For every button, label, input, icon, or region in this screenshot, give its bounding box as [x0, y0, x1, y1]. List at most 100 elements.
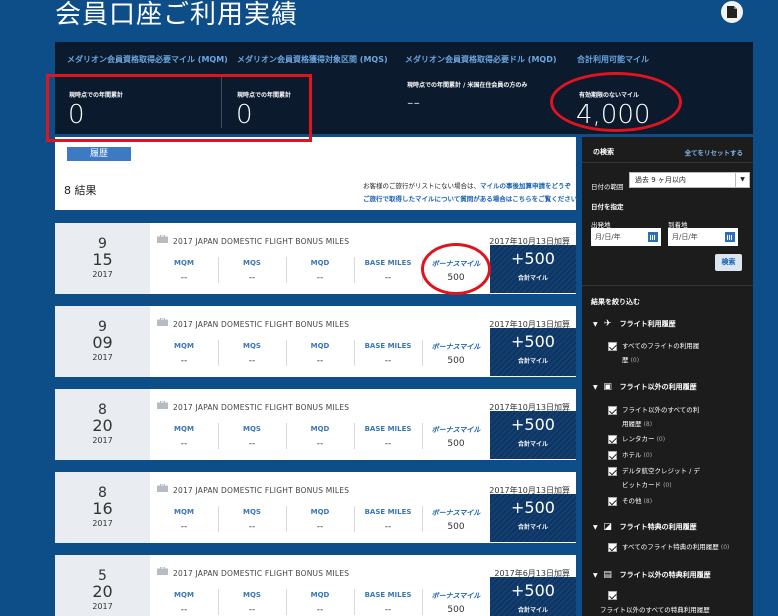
filter-group-flight-awards[interactable]: ▼ ◪ フライト特典の利用履歴 — [593, 522, 697, 532]
filter-group-non-flights[interactable]: ▼ ▣ フライト以外の利用履歴 — [593, 382, 697, 392]
filter-checkbox[interactable] — [608, 497, 617, 506]
total-miles-label: 合計マイル — [517, 607, 548, 614]
metric-label: MQM — [174, 591, 194, 599]
missing-miles-link[interactable]: マイルの事後加算申請をどうぞ — [480, 182, 571, 190]
metric-mqd: MQD -- — [286, 500, 354, 542]
filter-text: フライト以外のすべての特典利用履歴 — [600, 606, 710, 614]
filter-checkbox[interactable] — [608, 451, 617, 460]
briefcase-icon — [157, 401, 168, 409]
metric-label: ボーナスマイル — [431, 592, 481, 600]
metric-value: -- — [248, 356, 256, 366]
row-year: 2017 — [92, 602, 113, 611]
divider — [286, 340, 287, 366]
filter-group-non-flight-awards[interactable]: ▼ ▤ フライト以外の特典利用履歴 — [593, 570, 711, 580]
filter-text: フライト以外のすべての利 — [622, 406, 700, 414]
filter-checkbox[interactable] — [608, 342, 617, 351]
tab-history[interactable]: 履歴 — [67, 147, 131, 161]
activity-row[interactable]: 5 20 2017 2017 JAPAN DOMESTIC FLIGHT BONUS … — [55, 555, 576, 616]
metric-base: BASE MILES -- — [354, 251, 422, 293]
pdf-button[interactable] — [721, 1, 743, 23]
activity-row[interactable]: 8 16 2017 2017 JAPAN DOMESTIC FLIGHT BONUS … — [55, 472, 576, 543]
metric-value: -- — [384, 356, 392, 366]
airplane-icon: ✈ — [603, 319, 612, 329]
group-label: フライト以外の利用履歴 — [619, 383, 697, 391]
briefcase-icon — [157, 484, 168, 492]
filter-text: すべてのフライト特典の利用履歴 — [622, 543, 719, 551]
to-date-input[interactable]: 月/日/年 — [668, 228, 738, 246]
filter-group-flights[interactable]: ▼ ✈ フライト利用履歴 — [593, 319, 676, 329]
metric-value: -- — [248, 605, 256, 615]
metric-value: 500 — [447, 356, 465, 366]
group-label: フライト以外の特典利用履歴 — [619, 571, 711, 579]
divider — [286, 506, 287, 532]
total-miles-label: 合計マイル — [517, 524, 548, 531]
row-day: 20 — [92, 416, 113, 435]
date-range-select[interactable]: 過去 9 ヶ月以内 ▼ — [629, 172, 750, 188]
metric-value: -- — [248, 522, 256, 532]
metric-label: MQD — [310, 259, 330, 267]
metric-mqd: MQD -- — [286, 583, 354, 616]
highlight-box — [46, 74, 312, 142]
summary-mqd: メダリオン会員資格取得必要ドル (MQD) 現時点での年間累計 / 米国在住会員… — [395, 42, 571, 134]
calendar-icon[interactable] — [648, 232, 658, 242]
row-metrics: MQM -- MQS -- MQD -- BASE MILES -- ボーナスマイル 500 — [150, 417, 490, 459]
metric-base: BASE MILES -- — [354, 500, 422, 542]
metric-label: MQD — [310, 342, 330, 350]
filter-checkbox[interactable] — [608, 435, 617, 444]
metric-label: MQM — [174, 342, 194, 350]
sidebar-title: の検索 — [593, 148, 614, 156]
activity-row[interactable]: 8 20 2017 2017 JAPAN DOMESTIC FLIGHT BONUS … — [55, 389, 576, 460]
row-title: 2017 JAPAN DOMESTIC FLIGHT BONUS MILES — [173, 403, 350, 412]
calendar-icon[interactable] — [725, 232, 735, 242]
filter-checkbox[interactable] — [608, 591, 617, 600]
summary-sub: 現時点での年間累計 / 米国在住会員の方のみ — [407, 82, 528, 89]
summary-head: メダリオン会員資格取得必要ドル (MQD) — [405, 55, 557, 64]
filter-text: レンタカー — [622, 435, 655, 443]
metric-mqs: MQS -- — [218, 417, 286, 459]
activity-row[interactable]: 9 15 2017 2017 JAPAN DOMESTIC FLIGHT BONUS … — [55, 223, 576, 294]
total-miles-value: +500 — [511, 332, 555, 351]
metric-value: -- — [180, 356, 188, 366]
filter-checkbox[interactable] — [608, 543, 617, 552]
metric-base: BASE MILES -- — [354, 334, 422, 376]
metric-value: -- — [316, 522, 324, 532]
from-date-input[interactable]: 月/日/年 — [591, 228, 661, 246]
search-button[interactable]: 検索 — [715, 254, 742, 271]
filter-checkbox[interactable] — [608, 467, 617, 476]
divider — [422, 423, 423, 449]
row-title: 2017 JAPAN DOMESTIC FLIGHT BONUS MILES — [173, 237, 350, 246]
activity-row[interactable]: 9 09 2017 2017 JAPAN DOMESTIC FLIGHT BONUS … — [55, 306, 576, 377]
metric-label: ボーナスマイル — [431, 343, 481, 351]
filter-checkbox[interactable] — [608, 406, 617, 415]
row-metrics: MQM -- MQS -- MQD -- BASE MILES -- ボーナスマイル 500 — [150, 583, 490, 616]
specify-date-label: 日付を指定 — [591, 203, 624, 211]
divider — [218, 257, 219, 283]
miles-question-link[interactable]: ご旅行で取得したマイルについて質問がある場合はこちらをご覧ください — [363, 195, 577, 203]
metric-label: BASE MILES — [364, 259, 412, 267]
date-placeholder: 月/日/年 — [672, 233, 698, 241]
filter-item: デルタ航空クレジット / デビットカード (0) — [622, 464, 700, 493]
divider — [354, 340, 355, 366]
reset-all-link[interactable]: 全てをリセットする — [685, 147, 743, 157]
metric-label: MQD — [310, 425, 330, 433]
metric-label: MQM — [174, 259, 194, 267]
metric-label: BASE MILES — [364, 425, 412, 433]
total-miles-box: +500 合計マイル — [490, 494, 576, 542]
divider — [218, 506, 219, 532]
row-day: 20 — [92, 582, 113, 601]
metric-value: -- — [180, 273, 188, 283]
metric-label: MQS — [243, 508, 261, 516]
filter-item: ホテル (0) — [622, 448, 652, 463]
filter-text: 歴 — [622, 356, 629, 364]
total-miles-box: +500 合計マイル — [490, 245, 576, 293]
triangle-down-icon: ▼ — [593, 572, 598, 579]
divider — [354, 257, 355, 283]
divider — [286, 589, 287, 615]
divider — [218, 340, 219, 366]
highlight-ellipse — [550, 72, 682, 132]
metric-bonus: ボーナスマイル 500 — [422, 583, 490, 616]
total-miles-box: +500 合計マイル — [490, 577, 576, 616]
metric-value: 500 — [447, 439, 465, 449]
divider — [582, 162, 753, 163]
divider — [218, 589, 219, 615]
